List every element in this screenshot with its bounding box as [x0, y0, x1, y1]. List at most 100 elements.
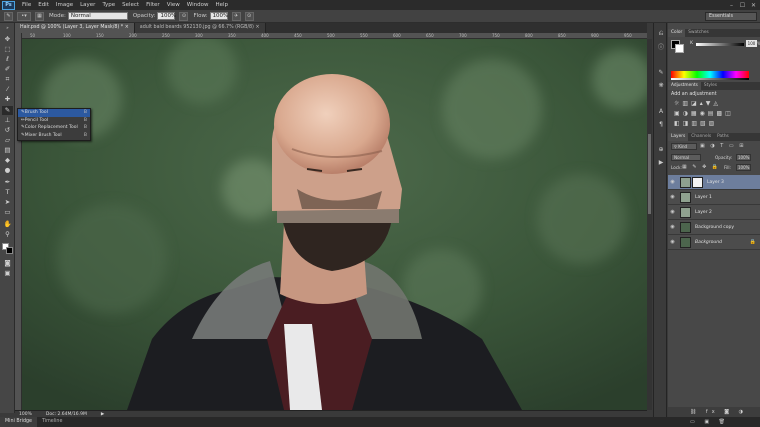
layer-filter-kind[interactable]: ⚲ Kind [671, 143, 697, 150]
flow-input[interactable]: 100% [209, 12, 228, 20]
move-tool-icon[interactable]: ✥ [2, 35, 13, 44]
menu-help[interactable]: Help [215, 2, 228, 8]
lock-icons[interactable]: ▦ ✎ ✥ 🔒 [682, 164, 720, 170]
menu-layer[interactable]: Layer [80, 2, 95, 8]
adjustment-icons-row1[interactable]: ☼▥◪▴▼◬ [674, 100, 721, 107]
tab-timeline[interactable]: Timeline [37, 417, 67, 427]
tab-hair-psd[interactable]: Hair.psd @ 100% (Layer 3, Layer Mask/8) … [15, 23, 135, 33]
path-select-tool-icon[interactable]: ➤ [2, 198, 13, 207]
opacity-input[interactable]: 100% [157, 12, 176, 20]
background-color-swatch[interactable] [6, 247, 13, 254]
workspace-select[interactable]: Essentials [705, 12, 757, 21]
lasso-tool-icon[interactable]: ℓ [2, 55, 13, 64]
layer-opacity-input[interactable]: 100% [736, 154, 751, 161]
status-menu-arrow-icon[interactable]: ▶ [101, 412, 104, 417]
layer-row-layer-1[interactable]: ◉ Layer 1 [668, 190, 760, 205]
quick-mask-icon[interactable]: ◙ [2, 259, 13, 268]
quick-select-tool-icon[interactable]: ✐ [2, 65, 13, 74]
visibility-eye-icon[interactable]: ◉ [668, 209, 677, 215]
marquee-tool-icon[interactable]: ⬚ [2, 45, 13, 54]
tab-layers[interactable]: Layers [668, 133, 689, 141]
tab-adult-bald[interactable]: adult bald beards 952130.jpg @ 66.7% (RG… [134, 23, 266, 33]
tab-styles[interactable]: Styles [701, 82, 720, 90]
healing-brush-tool-icon[interactable]: ✚ [2, 95, 13, 104]
actions-panel-icon[interactable]: ▶ [656, 158, 666, 167]
minimize-button[interactable]: – [728, 2, 735, 9]
screen-mode-icon[interactable]: ▣ [2, 269, 13, 278]
visibility-eye-icon[interactable]: ◉ [668, 239, 677, 245]
zoom-level[interactable]: 100% [19, 412, 32, 417]
brush-panel-icon[interactable]: ✎ [656, 68, 666, 77]
close-button[interactable]: ✕ [750, 2, 757, 9]
visibility-eye-icon[interactable]: ◉ [668, 179, 677, 185]
layer-row-background-copy[interactable]: ◉ Background copy [668, 220, 760, 235]
visibility-eye-icon[interactable]: ◉ [668, 224, 677, 230]
close-icon[interactable]: × [255, 25, 259, 30]
history-panel-icon[interactable]: ⎌ [656, 29, 666, 38]
pen-tool-icon[interactable]: ✒ [2, 178, 13, 187]
crop-tool-icon[interactable]: ⌗ [2, 75, 13, 84]
dodge-tool-icon[interactable]: ● [2, 166, 13, 175]
flyout-pencil-tool[interactable]: ✏ Pencil Tool B [18, 117, 90, 125]
history-brush-tool-icon[interactable]: ↺ [2, 126, 13, 135]
vertical-scrollbar[interactable] [647, 39, 652, 410]
collapse-arrows-icon[interactable]: » [2, 26, 13, 30]
clone-source-icon[interactable]: ⊕ [656, 145, 666, 154]
blur-tool-icon[interactable]: ◆ [2, 156, 13, 165]
type-tool-icon[interactable]: T [2, 188, 13, 197]
flyout-color-replacement-tool[interactable]: ✎ Color Replacement Tool B [18, 124, 90, 132]
tab-color[interactable]: Color [668, 29, 686, 37]
fill-input[interactable]: 100% [736, 164, 751, 171]
airbrush-icon[interactable]: ✈ [231, 11, 241, 21]
brush-panel-icon[interactable]: ▦ [35, 11, 44, 21]
tab-paths[interactable]: Paths [714, 133, 732, 141]
menu-filter[interactable]: Filter [146, 2, 160, 8]
paragraph-panel-icon[interactable]: ¶ [656, 120, 666, 129]
layers-footer-icons[interactable]: ⛓ fx ◙ ◑ ▭ ▣ 🗑 [668, 407, 760, 425]
flyout-brush-tool[interactable]: ✎ Brush Tool B [18, 109, 90, 117]
layer-filter-icons[interactable]: ▣ ◑ T ▭ ⊞ [700, 143, 745, 149]
shape-tool-icon[interactable]: ▭ [2, 208, 13, 217]
adjustment-icons-row2[interactable]: ▣◑▦◉▤▩◫ [674, 110, 734, 117]
adjustment-icons-row3[interactable]: ◧◨▥▧▨ [674, 120, 717, 127]
pressure-size-icon[interactable]: ⊙ [244, 11, 254, 21]
layer-row-background[interactable]: ◉ Background 🔒 [668, 235, 760, 250]
menu-file[interactable]: File [22, 2, 31, 8]
pressure-opacity-icon[interactable]: ⊙ [179, 11, 189, 21]
tab-channels[interactable]: Channels [688, 133, 714, 141]
zoom-tool-icon[interactable]: ⚲ [2, 230, 13, 239]
menu-select[interactable]: Select [122, 2, 139, 8]
menu-view[interactable]: View [167, 2, 180, 8]
visibility-eye-icon[interactable]: ◉ [668, 194, 677, 200]
flyout-mixer-brush-tool[interactable]: ✎ Mixer Brush Tool B [18, 132, 90, 140]
color-background-swatch[interactable] [675, 44, 684, 53]
eraser-tool-icon[interactable]: ▱ [2, 136, 13, 145]
gray-ramp[interactable] [671, 78, 749, 80]
menu-window[interactable]: Window [187, 2, 209, 8]
mode-select[interactable]: Normal [67, 12, 128, 20]
brush-tool-icon[interactable]: ✎ [2, 106, 13, 115]
color-ramp[interactable] [671, 71, 749, 78]
brush-presets-icon[interactable]: ❋ [656, 81, 666, 90]
document-canvas[interactable] [22, 39, 647, 410]
hand-tool-icon[interactable]: ✋ [2, 220, 13, 229]
tab-swatches[interactable]: Swatches [685, 29, 712, 37]
k-value-input[interactable]: 100 [746, 40, 757, 47]
menu-edit[interactable]: Edit [38, 2, 49, 8]
eyedropper-tool-icon[interactable]: ⁄ [2, 85, 13, 94]
menu-image[interactable]: Image [56, 2, 73, 8]
brush-size-dropdown[interactable]: •▾ [17, 11, 31, 21]
brush-preset-icon[interactable]: ✎ [4, 11, 13, 21]
layer-row-layer-3[interactable]: ◉ Layer 3 [668, 175, 760, 190]
menu-type[interactable]: Type [102, 2, 115, 8]
gradient-tool-icon[interactable]: ▤ [2, 146, 13, 155]
clone-stamp-tool-icon[interactable]: ⊥ [2, 116, 13, 125]
close-icon[interactable]: × [125, 25, 129, 30]
character-panel-icon[interactable]: A [656, 107, 666, 116]
k-slider[interactable] [696, 43, 744, 46]
layer-mask-thumbnail[interactable] [692, 176, 703, 188]
layer-row-layer-2[interactable]: ◉ Layer 2 [668, 205, 760, 220]
tab-mini-bridge[interactable]: Mini Bridge [0, 417, 38, 427]
tab-adjustments[interactable]: Adjustments [668, 82, 701, 90]
blend-mode-select[interactable]: Normal [671, 154, 701, 161]
